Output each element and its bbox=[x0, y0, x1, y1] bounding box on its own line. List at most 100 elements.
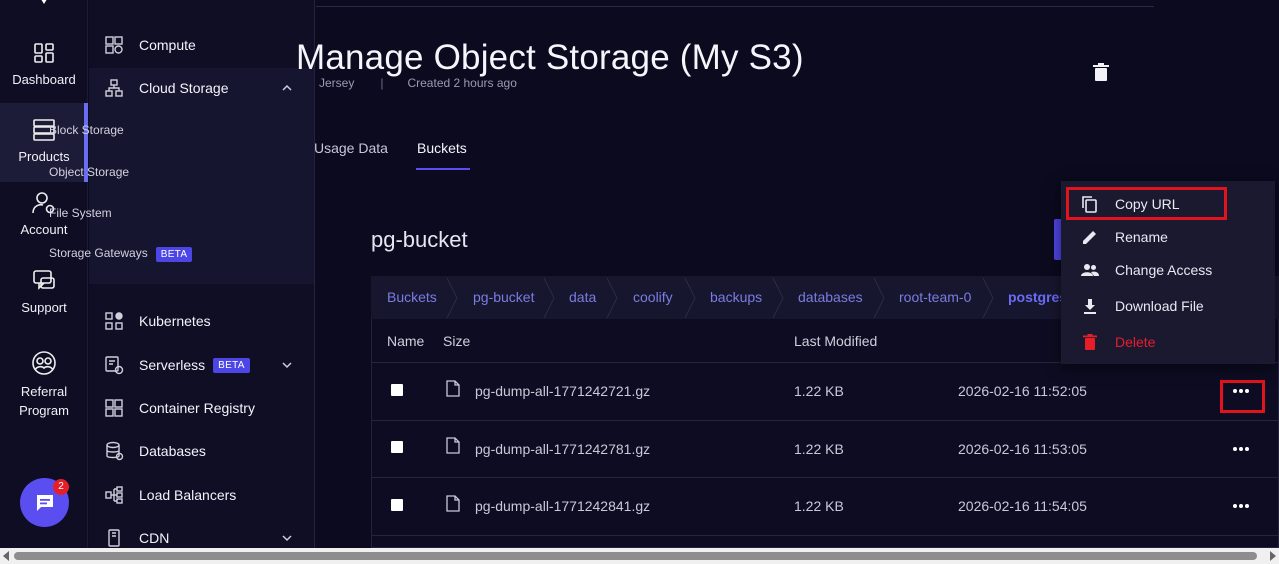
rail-label-referral: Referral bbox=[20, 384, 68, 399]
file-icon bbox=[446, 380, 460, 397]
sidebar-label-kubernetes: Kubernetes bbox=[139, 313, 211, 329]
meta-separator: | bbox=[380, 76, 384, 90]
breadcrumb-item[interactable]: root-team-0 bbox=[899, 289, 971, 305]
users-icon bbox=[1081, 264, 1099, 276]
container-registry-icon bbox=[105, 399, 123, 417]
bucket-name-heading: pg-bucket bbox=[371, 227, 468, 252]
menu-label-delete: Delete bbox=[1115, 334, 1156, 350]
breadcrumb-separator bbox=[873, 278, 885, 318]
file-size: 1.22 KB bbox=[794, 498, 844, 514]
rail-label-support: Support bbox=[21, 300, 67, 315]
sidebar-subitem-storage-gateways[interactable]: Storage Gateways BETA bbox=[49, 246, 193, 262]
more-options-icon[interactable] bbox=[1231, 501, 1251, 511]
sidebar-item-serverless[interactable]: Serverless BETA bbox=[89, 345, 315, 385]
tab-usage-data[interactable]: Usage Data bbox=[314, 140, 388, 156]
sidebar-item-databases[interactable]: Databases bbox=[89, 431, 315, 471]
compute-icon bbox=[105, 36, 123, 54]
file-name[interactable]: pg-dump-all-1771242781.gz bbox=[475, 441, 650, 457]
scrollbar-thumb[interactable] bbox=[14, 552, 1257, 560]
location-text: Jersey bbox=[319, 76, 355, 90]
file-name[interactable]: pg-dump-all-1771242841.gz bbox=[475, 498, 650, 514]
chevron-down-icon bbox=[282, 362, 292, 369]
scroll-right-arrow-icon[interactable] bbox=[1270, 551, 1276, 561]
created-text: Created 2 hours ago bbox=[407, 76, 517, 90]
column-header-last-modified[interactable]: Last Modified bbox=[794, 333, 877, 349]
rail-item-referral[interactable]: Referral Program bbox=[0, 350, 88, 422]
kubernetes-icon bbox=[105, 312, 123, 330]
row-divider bbox=[371, 420, 1279, 421]
scroll-left-arrow-icon[interactable] bbox=[3, 551, 9, 561]
sidebar-item-container-registry[interactable]: Container Registry bbox=[89, 388, 315, 428]
file-modified: 2026-02-16 11:53:05 bbox=[958, 441, 1087, 457]
column-header-size[interactable]: Size bbox=[443, 333, 470, 349]
breadcrumb-item[interactable]: coolify bbox=[633, 289, 673, 305]
file-size: 1.22 KB bbox=[794, 383, 844, 399]
row-divider bbox=[371, 535, 1279, 536]
download-icon bbox=[1084, 299, 1096, 314]
highlight-box bbox=[1220, 380, 1265, 413]
breadcrumb-separator bbox=[772, 278, 784, 318]
sidebar-subitem-object-storage[interactable]: Object Storage bbox=[49, 165, 129, 179]
page-meta: Jersey | Created 2 hours ago bbox=[319, 76, 517, 90]
database-icon bbox=[106, 441, 124, 461]
row-checkbox[interactable] bbox=[391, 384, 403, 396]
cloud-storage-icon bbox=[105, 79, 123, 97]
breadcrumb-separator bbox=[606, 278, 618, 318]
sidebar-label-storage-gateways: Storage Gateways bbox=[49, 246, 148, 260]
menu-item-change-access[interactable]: Change Access bbox=[1061, 254, 1275, 286]
breadcrumb-item[interactable]: backups bbox=[710, 289, 762, 305]
breadcrumb-item-current[interactable]: postgres bbox=[1008, 289, 1067, 305]
sidebar-label-container-registry: Container Registry bbox=[139, 400, 255, 416]
menu-label-download-file: Download File bbox=[1115, 298, 1204, 314]
breadcrumb-item[interactable]: data bbox=[569, 289, 596, 305]
horizontal-scrollbar[interactable] bbox=[0, 548, 1279, 564]
sidebar-item-compute[interactable]: Compute bbox=[89, 25, 315, 65]
sidebar-item-kubernetes[interactable]: Kubernetes bbox=[89, 301, 315, 341]
sidebar-item-cloud-storage[interactable]: Cloud Storage bbox=[89, 68, 315, 108]
chat-notification-badge: 2 bbox=[53, 479, 69, 495]
tab-buckets[interactable]: Buckets bbox=[417, 140, 467, 156]
rail-item-dashboard[interactable]: Dashboard bbox=[0, 40, 88, 102]
sidebar-label-cloud-storage: Cloud Storage bbox=[139, 80, 229, 96]
breadcrumb-separator bbox=[982, 278, 994, 318]
active-tab-indicator bbox=[416, 168, 470, 170]
menu-item-delete[interactable]: Delete bbox=[1061, 326, 1275, 358]
chat-icon bbox=[37, 495, 53, 511]
rail-label-products: Products bbox=[18, 149, 70, 164]
column-header-name[interactable]: Name bbox=[387, 333, 424, 349]
sidebar-label-compute: Compute bbox=[139, 37, 196, 53]
rail-item-support[interactable]: Support bbox=[0, 268, 88, 324]
breadcrumb-item[interactable]: Buckets bbox=[387, 289, 437, 305]
pencil-icon bbox=[1083, 231, 1096, 244]
sidebar-subitem-block-storage[interactable]: Block Storage bbox=[49, 123, 124, 137]
menu-item-download-file[interactable]: Download File bbox=[1061, 290, 1275, 322]
row-checkbox[interactable] bbox=[391, 441, 403, 453]
sidebar-item-load-balancers[interactable]: Load Balancers bbox=[89, 475, 315, 515]
highlight-box bbox=[1066, 187, 1227, 220]
trash-icon bbox=[1083, 334, 1097, 350]
file-size: 1.22 KB bbox=[794, 441, 844, 457]
menu-label-rename: Rename bbox=[1115, 229, 1168, 245]
beta-badge: BETA bbox=[213, 357, 250, 373]
menu-item-rename[interactable]: Rename bbox=[1061, 221, 1275, 253]
sidebar-label-serverless: Serverless bbox=[139, 357, 206, 373]
breadcrumb-item[interactable]: pg-bucket bbox=[473, 289, 534, 305]
logo-icon bbox=[41, 0, 47, 4]
file-name[interactable]: pg-dump-all-1771242721.gz bbox=[475, 383, 650, 399]
sidebar-subitem-file-system[interactable]: File System bbox=[49, 206, 112, 220]
breadcrumb-item[interactable]: databases bbox=[798, 289, 863, 305]
sidebar-label-load-balancers: Load Balancers bbox=[139, 487, 237, 503]
file-icon bbox=[446, 495, 460, 512]
beta-badge: BETA bbox=[155, 247, 193, 262]
breadcrumb-separator bbox=[684, 278, 696, 318]
row-checkbox[interactable] bbox=[391, 499, 403, 511]
delete-storage-trash-icon[interactable] bbox=[1093, 63, 1109, 81]
sidebar-label-cdn: CDN bbox=[139, 530, 170, 546]
referral-icon bbox=[32, 351, 56, 375]
header-divider bbox=[316, 6, 1154, 7]
rail-label-dashboard: Dashboard bbox=[12, 72, 76, 87]
more-options-icon[interactable] bbox=[1231, 444, 1251, 454]
row-divider bbox=[371, 477, 1279, 478]
support-chat-icon bbox=[33, 270, 55, 290]
file-modified: 2026-02-16 11:52:05 bbox=[958, 383, 1087, 399]
